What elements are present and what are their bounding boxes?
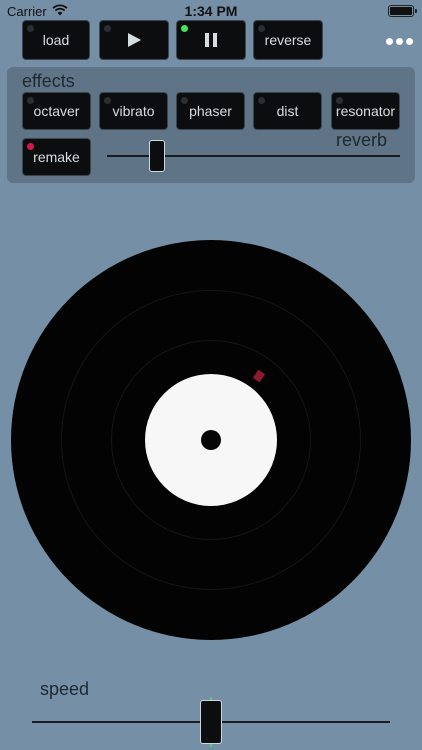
resonator-label: resonator [335,103,396,119]
vinyl-record[interactable] [11,240,411,640]
phaser-button[interactable]: phaser [176,92,245,130]
load-button[interactable]: load [22,20,90,60]
reverse-button[interactable]: reverse [253,20,323,60]
reverb-slider[interactable] [107,140,400,172]
phaser-label: phaser [189,103,232,119]
vibrato-indicator [104,97,111,104]
battery-icon [388,5,417,17]
reverse-indicator [258,25,265,32]
play-indicator [104,25,111,32]
more-icon[interactable] [386,38,413,45]
status-bar: Carrier 1:34 PM [0,0,422,22]
play-button[interactable] [99,20,169,60]
reverb-label: reverb [336,130,388,150]
spindle-hole [201,430,221,450]
octaver-label: octaver [33,103,80,119]
load-label: load [42,32,70,48]
remake-button[interactable]: remake [22,138,91,176]
pause-button[interactable] [176,20,246,60]
resonator-button[interactable]: resonator [331,92,400,130]
vibrato-button[interactable]: vibrato [99,92,168,130]
clock: 1:34 PM [184,3,238,19]
phaser-indicator [181,97,188,104]
pause-indicator [181,25,188,32]
dist-button[interactable]: dist [253,92,322,130]
remake-indicator [27,143,34,150]
load-indicator [27,25,34,32]
dist-indicator [258,97,265,104]
speed-slider[interactable] [32,700,390,744]
reverb-slider-thumb[interactable] [149,140,165,172]
speed-label: speed [40,679,90,699]
remake-label: remake [33,149,80,165]
octaver-button[interactable]: octaver [22,92,91,130]
dist-label: dist [276,103,299,119]
record-label [145,374,277,506]
resonator-indicator [336,97,343,104]
octaver-indicator [27,97,34,104]
vibrato-label: vibrato [112,103,155,119]
pause-icon [205,33,217,47]
reverse-label: reverse [264,32,312,48]
play-icon [128,33,141,47]
speed-slider-thumb[interactable] [200,700,222,744]
effects-title: effects [22,71,75,91]
